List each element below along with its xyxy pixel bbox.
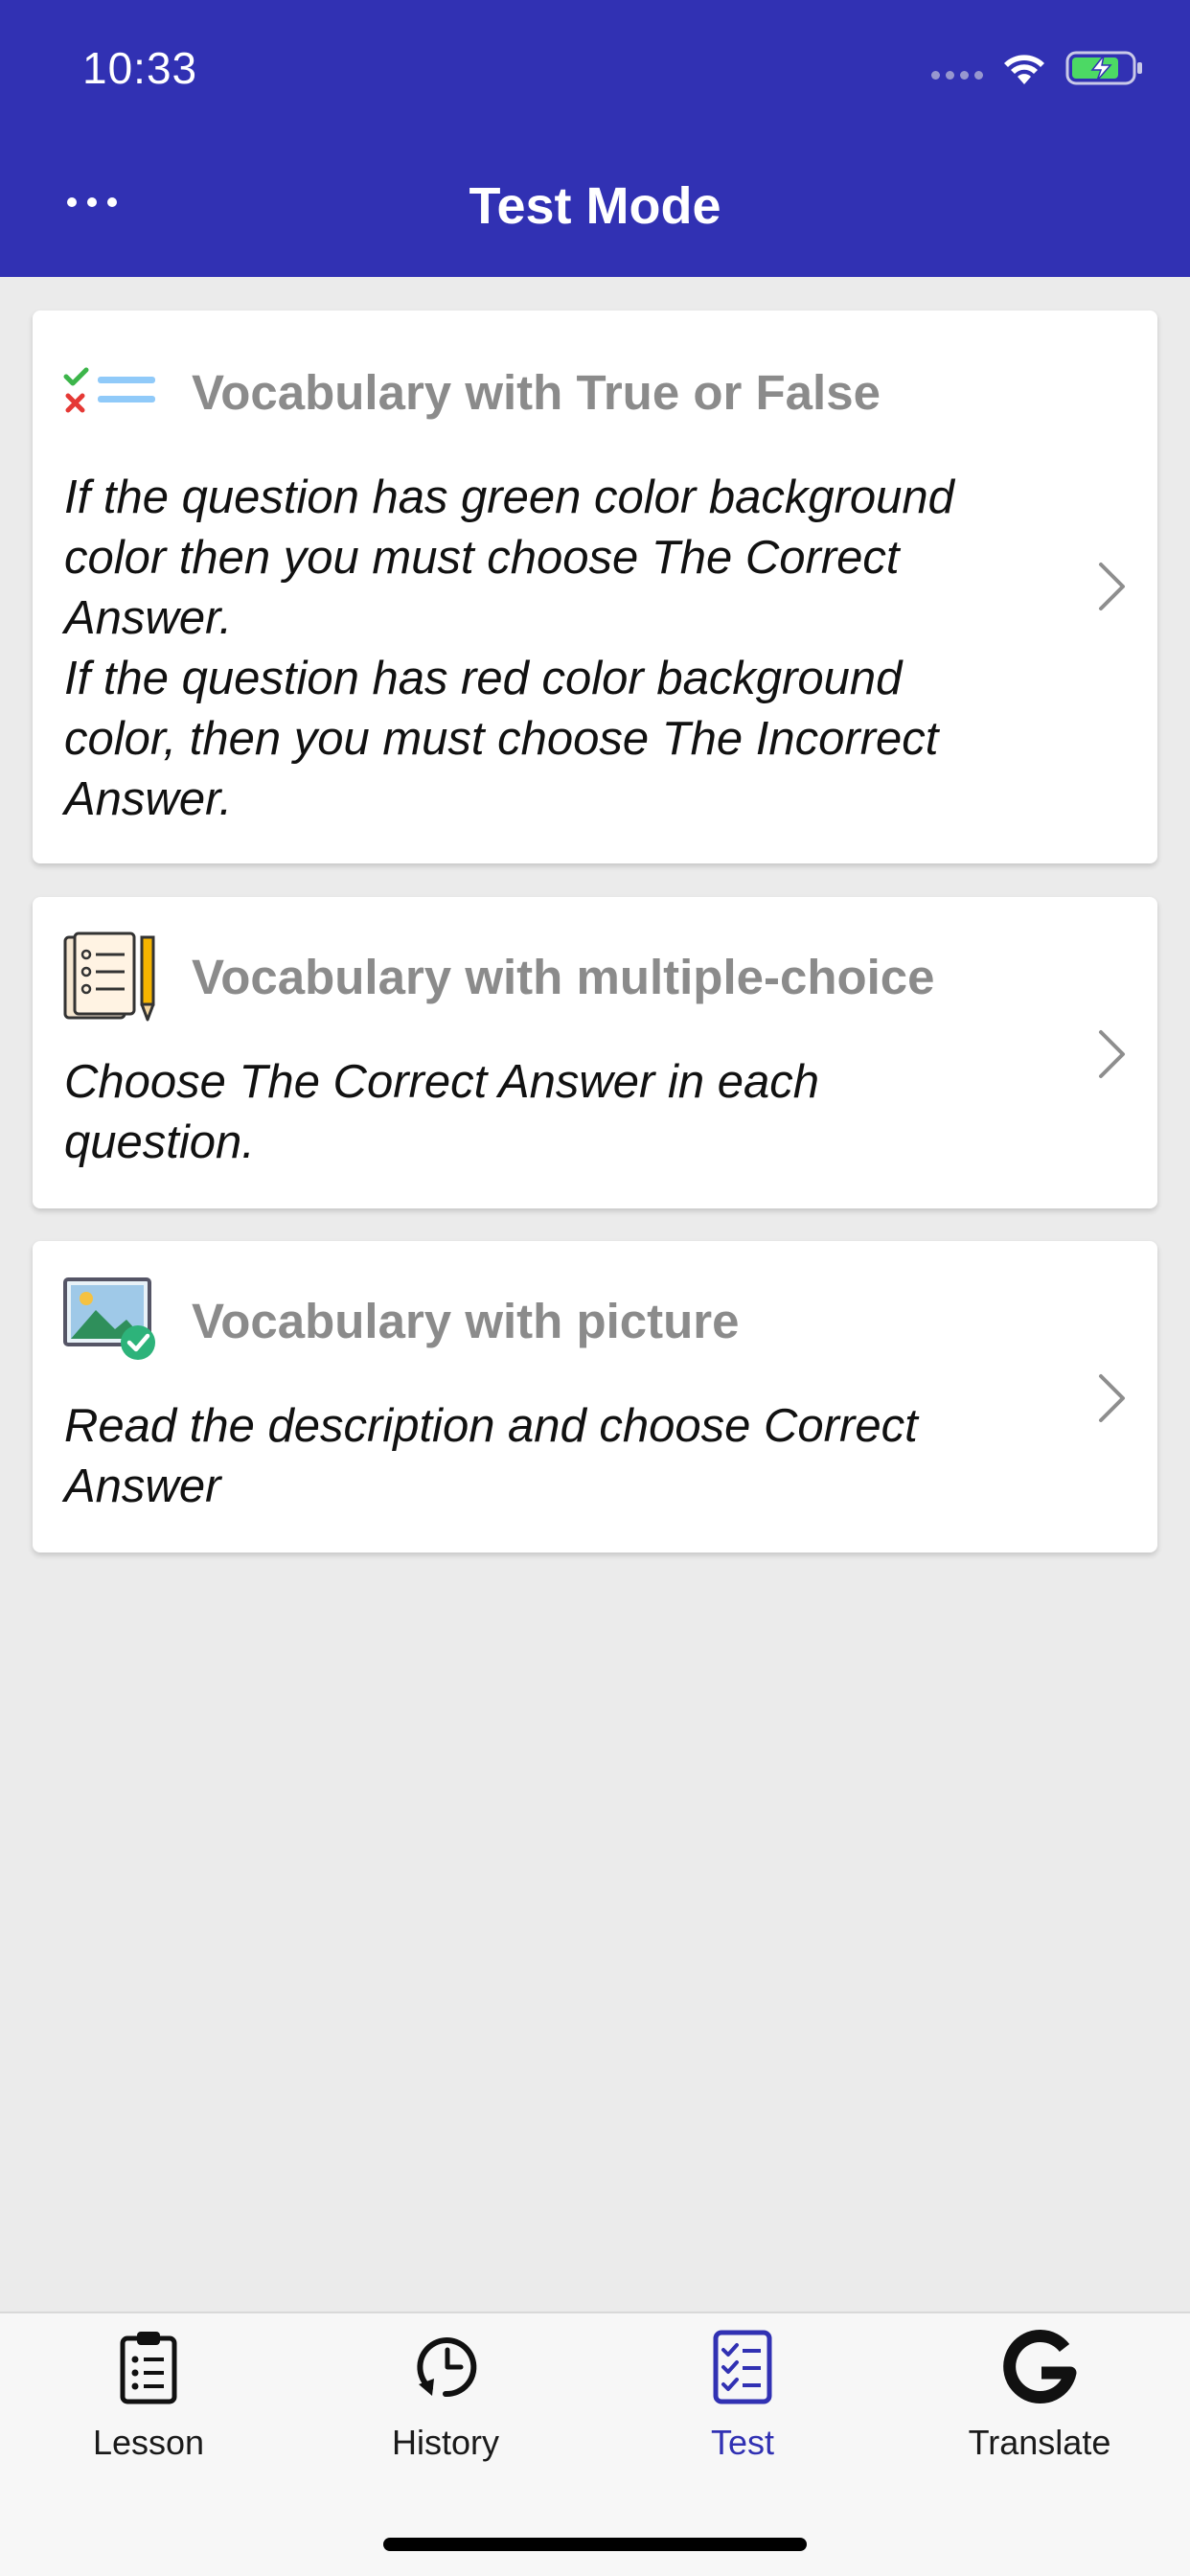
true-false-list-icon [63, 367, 155, 413]
card-description: Choose The Correct Answer in each questi… [64, 1056, 819, 1168]
test-checklist-icon [713, 2330, 772, 2404]
home-indicator[interactable] [383, 2538, 807, 2551]
tab-bar: Lesson History Test Translate [0, 2312, 1190, 2576]
tab-lesson[interactable]: Lesson [0, 2313, 297, 2486]
battery-charging-icon [1065, 51, 1142, 85]
clipboard-list-icon [120, 2332, 177, 2404]
tab-label: Test [710, 2423, 775, 2462]
card-description: Read the description and choose Correct … [64, 1400, 918, 1512]
history-clock-icon [417, 2337, 477, 2398]
picture-check-icon [63, 1277, 155, 1360]
tab-label: History [391, 2423, 499, 2462]
google-g-icon [1003, 2330, 1077, 2404]
card-description: If the question has green color backgrou… [64, 472, 954, 825]
chevron-right-icon [1099, 563, 1125, 610]
card-title: Vocabulary with True or False [192, 365, 881, 420]
status-time: 10:33 [82, 43, 198, 93]
chevron-right-icon [1099, 1030, 1125, 1078]
card-title: Vocabulary with multiple-choice [192, 950, 935, 1004]
cellular-signal-icon [931, 70, 983, 80]
header-bar: 10:33 Test Mode [0, 0, 1190, 277]
tab-test[interactable]: Test [594, 2313, 891, 2486]
checklist-pencil-icon [63, 932, 155, 1022]
chevron-right-icon [1099, 1374, 1125, 1422]
wifi-icon [1004, 55, 1044, 84]
tab-label: Translate [968, 2423, 1111, 2462]
tab-history[interactable]: History [297, 2313, 594, 2486]
tab-label: Lesson [92, 2423, 205, 2462]
card-true-false[interactable]: Vocabulary with True or False If the que… [33, 310, 1157, 863]
status-icons [931, 50, 1144, 86]
card-multiple-choice[interactable]: Vocabulary with multiple-choice Choose T… [33, 897, 1157, 1208]
card-picture[interactable]: Vocabulary with picture Read the descrip… [33, 1241, 1157, 1552]
card-title: Vocabulary with picture [192, 1294, 740, 1348]
tab-translate[interactable]: Translate [891, 2313, 1188, 2486]
page-title: Test Mode [469, 177, 721, 235]
